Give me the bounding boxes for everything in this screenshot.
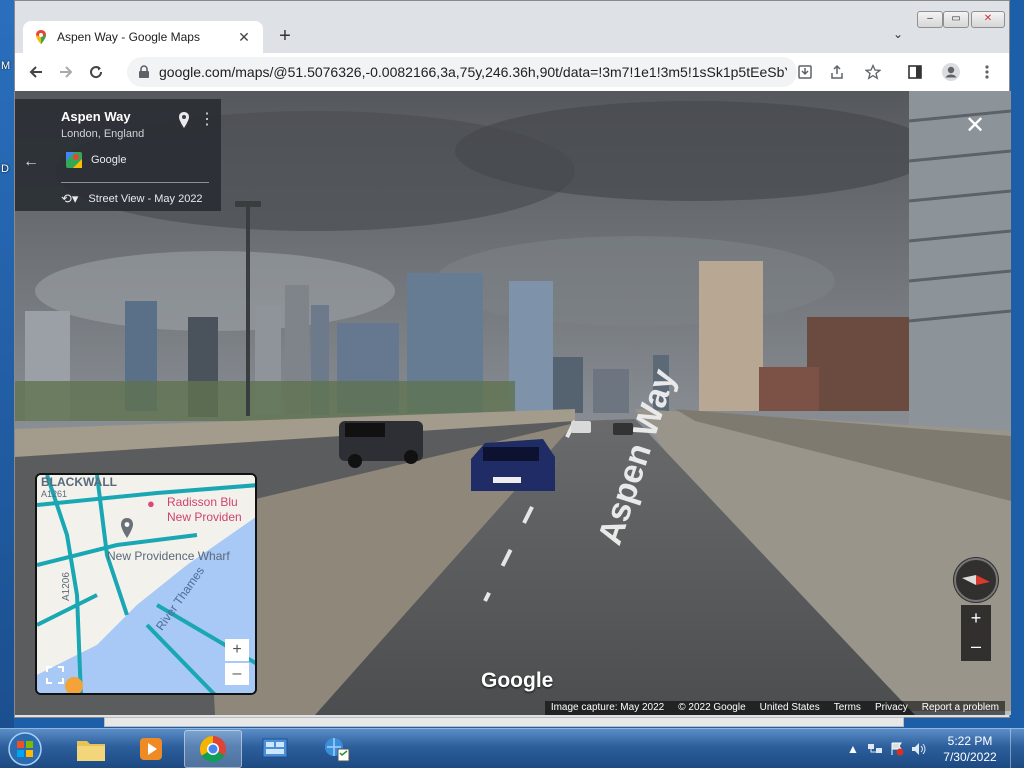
control-panel-icon bbox=[262, 738, 288, 758]
desktop-background: M D bbox=[0, 0, 14, 728]
country-link[interactable]: United States bbox=[760, 701, 820, 715]
reload-icon[interactable] bbox=[81, 57, 111, 87]
browser-window: Aspen Way - Google Maps ✕ + ⌄ – ▭ ✕ goog… bbox=[14, 0, 1011, 718]
hotel-pin-icon[interactable]: ● bbox=[147, 497, 155, 511]
location-info-card: ← Aspen Way London, England ⋮ Google ⟲▾ bbox=[15, 99, 221, 211]
tab-title: Aspen Way - Google Maps bbox=[57, 30, 200, 44]
google-maps-icon bbox=[66, 152, 82, 168]
address-bar[interactable]: google.com/maps/@51.5076326,-0.0082166,3… bbox=[127, 57, 797, 87]
map-label-hotel-2: New Providen bbox=[167, 510, 242, 524]
compass-icon[interactable] bbox=[953, 557, 999, 603]
map-label-blackwall: BLACKWALL bbox=[41, 475, 117, 489]
place-title: Aspen Way bbox=[61, 109, 131, 124]
show-hidden-icons-chevron-icon[interactable]: ▲ bbox=[842, 739, 864, 759]
mini-map[interactable]: BLACKWALL ● Radisson Blu New Providen Ne… bbox=[35, 473, 257, 695]
imagery-date-selector[interactable]: ⟲▾ Street View - May 2022 bbox=[61, 191, 203, 207]
google-maps-icon bbox=[36, 30, 46, 44]
fullscreen-icon[interactable] bbox=[45, 665, 65, 685]
privacy-link[interactable]: Privacy bbox=[875, 701, 908, 715]
lock-icon bbox=[139, 65, 149, 78]
system-tray: ▲ 5:22 PM 7/30/2022 bbox=[842, 729, 1024, 768]
mini-map-zoom-in-button[interactable]: + bbox=[225, 639, 249, 661]
attribution-bar: Image capture: May 2022 © 2022 Google Un… bbox=[544, 701, 1005, 715]
zoom-out-button[interactable]: – bbox=[961, 633, 991, 661]
desktop-icon-label: M bbox=[1, 60, 11, 72]
history-clock-icon: ⟲▾ bbox=[61, 191, 79, 206]
back-arrow-icon[interactable]: ← bbox=[23, 153, 39, 171]
chrome-taskbar-button[interactable] bbox=[184, 730, 242, 768]
start-button-icon[interactable] bbox=[6, 731, 44, 767]
tab-close-icon[interactable]: ✕ bbox=[235, 29, 253, 46]
location-pin-icon bbox=[121, 518, 133, 538]
desktop-icon-label: D bbox=[1, 163, 9, 175]
map-label-road: A1206 bbox=[61, 572, 72, 601]
share-icon[interactable] bbox=[823, 57, 851, 87]
control-panel-taskbar-button[interactable] bbox=[246, 730, 304, 768]
system-clock[interactable]: 5:22 PM 7/30/2022 bbox=[930, 733, 1010, 765]
show-desktop-button[interactable] bbox=[1010, 729, 1024, 768]
clock-date: 7/30/2022 bbox=[943, 750, 997, 764]
back-arrow-icon[interactable] bbox=[21, 57, 51, 87]
report-problem-link[interactable]: Report a problem bbox=[922, 701, 999, 715]
zoom-in-button[interactable]: + bbox=[961, 605, 991, 633]
more-options-icon[interactable]: ⋮ bbox=[199, 109, 215, 129]
install-app-icon[interactable] bbox=[791, 57, 819, 87]
minimize-button[interactable]: – bbox=[917, 11, 943, 28]
url-text: google.com/maps/@51.5076326,-0.0082166,3… bbox=[159, 64, 787, 80]
provider-row: Google bbox=[65, 151, 126, 169]
location-pin-icon[interactable] bbox=[177, 111, 191, 129]
chrome-icon bbox=[199, 735, 226, 763]
clock-time: 5:22 PM bbox=[947, 734, 993, 748]
copyright-text: © 2022 Google bbox=[678, 702, 746, 713]
media-player-icon bbox=[140, 738, 162, 760]
globe-checklist-icon bbox=[325, 738, 350, 762]
place-subtitle: London, England bbox=[61, 128, 145, 140]
tab-google-maps[interactable]: Aspen Way - Google Maps ✕ bbox=[23, 21, 263, 53]
pegman-icon[interactable] bbox=[65, 677, 83, 693]
mini-map-zoom-out-button[interactable]: – bbox=[225, 663, 249, 685]
image-capture-date: Image capture: May 2022 bbox=[550, 702, 665, 713]
side-panel-icon[interactable] bbox=[901, 57, 929, 87]
forward-arrow-icon[interactable] bbox=[51, 57, 81, 87]
provider-name: Google bbox=[91, 154, 127, 166]
browser-toolbar: google.com/maps/@51.5076326,-0.0082166,3… bbox=[15, 53, 1009, 91]
map-label-hotel: Radisson Blu bbox=[167, 495, 238, 509]
street-view-panorama[interactable]: Aspen Way ← Aspen Way London, England ⋮ bbox=[15, 91, 1011, 715]
google-watermark: Google bbox=[481, 669, 554, 692]
map-label-wharf: New Providence Wharf bbox=[107, 549, 230, 563]
network-icon[interactable] bbox=[864, 739, 886, 759]
folder-icon bbox=[77, 741, 105, 761]
terms-link[interactable]: Terms bbox=[834, 701, 861, 715]
tab-strip: Aspen Way - Google Maps ✕ + ⌄ – ▭ ✕ bbox=[15, 1, 1009, 53]
maximize-button[interactable]: ▭ bbox=[943, 11, 969, 28]
network-taskbar-button[interactable] bbox=[308, 730, 366, 768]
tab-search-chevron-icon[interactable]: ⌄ bbox=[893, 27, 903, 41]
bookmark-star-icon[interactable] bbox=[859, 57, 887, 87]
media-player-taskbar-button[interactable] bbox=[122, 730, 180, 768]
map-label-a1261: A1261 bbox=[41, 489, 68, 499]
card-divider bbox=[61, 182, 209, 183]
toolbar-actions bbox=[791, 57, 1001, 87]
file-explorer-taskbar-button[interactable] bbox=[62, 730, 120, 768]
windows-taskbar: ▲ 5:22 PM 7/30/2022 bbox=[0, 728, 1024, 768]
new-tab-button[interactable]: + bbox=[273, 25, 297, 49]
action-center-flag-icon[interactable] bbox=[886, 739, 908, 759]
close-street-view-icon[interactable]: ✕ bbox=[965, 111, 985, 140]
imagery-date-label: Street View - May 2022 bbox=[88, 193, 203, 205]
close-window-button[interactable]: ✕ bbox=[971, 11, 1005, 28]
menu-kebab-icon[interactable] bbox=[973, 57, 1001, 87]
volume-icon[interactable] bbox=[908, 739, 930, 759]
horizontal-scrollbar[interactable] bbox=[104, 717, 904, 727]
profile-avatar-icon[interactable] bbox=[937, 57, 965, 87]
